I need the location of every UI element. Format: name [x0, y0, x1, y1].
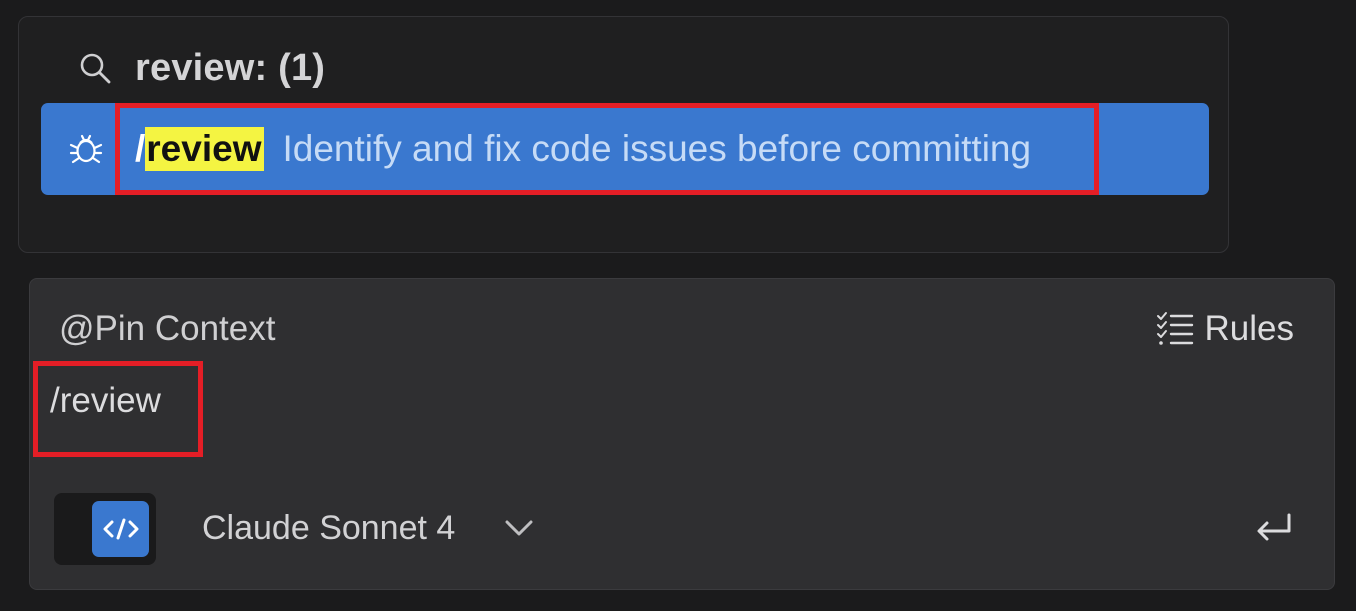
command-popup: review: (1) / review Identify and fix co…: [18, 16, 1229, 253]
model-selector[interactable]: Claude Sonnet 4: [202, 509, 455, 548]
rules-button[interactable]: Rules: [1155, 309, 1294, 349]
mode-toggle[interactable]: [54, 493, 156, 565]
rules-label: Rules: [1204, 309, 1294, 348]
enter-icon[interactable]: [1254, 511, 1294, 547]
annotation-box-input: [33, 361, 203, 457]
pin-context-button[interactable]: @Pin Context: [59, 309, 275, 349]
checklist-icon: [1155, 310, 1195, 348]
annotation-box-command: [115, 103, 1099, 195]
command-item-review[interactable]: / review Identify and fix code issues be…: [41, 103, 1209, 195]
popup-header: review: (1): [77, 45, 325, 91]
app-root: review: (1) / review Identify and fix co…: [0, 0, 1356, 611]
bug-icon: [65, 127, 107, 169]
popup-title: review: (1): [135, 46, 326, 89]
chat-composer: @Pin Context Rules /review Claude Sonnet…: [29, 278, 1335, 590]
code-icon[interactable]: [92, 501, 149, 557]
chevron-down-icon[interactable]: [502, 515, 536, 541]
search-icon: [77, 50, 113, 86]
